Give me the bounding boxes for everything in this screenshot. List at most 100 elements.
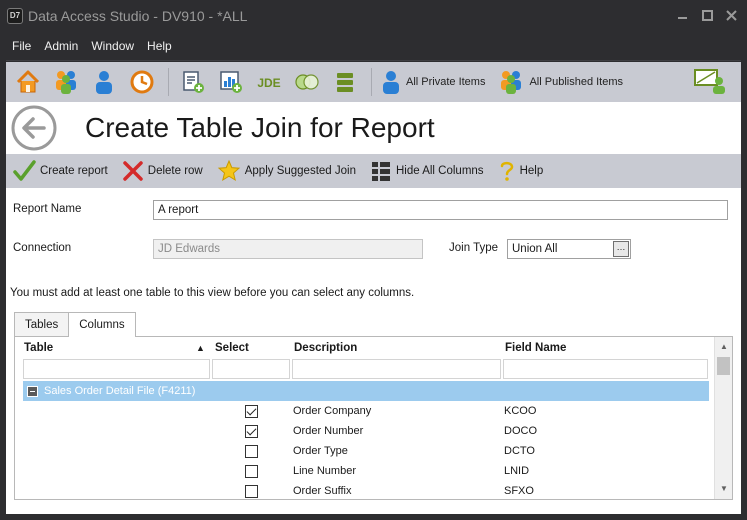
create-report-button[interactable]: Create report (12, 159, 108, 183)
all-published-items-label: All Published Items (529, 76, 624, 88)
row-description: Line Number (293, 465, 356, 477)
join-type-picker-button[interactable]: … (613, 241, 629, 257)
group-row[interactable]: Sales Order Detail File (F4211) (23, 381, 709, 401)
tab-columns[interactable]: Columns (68, 312, 136, 337)
action-bar: Create report Delete row Apply Suggested… (6, 154, 741, 188)
scroll-down-icon[interactable]: ▼ (719, 484, 729, 494)
column-header-table[interactable]: Table (24, 342, 53, 354)
app-logo-icon: D7 (7, 7, 23, 24)
user-button[interactable] (88, 66, 120, 98)
filter-field-name-input[interactable] (503, 359, 708, 379)
select-checkbox[interactable] (245, 425, 258, 438)
new-report-button[interactable] (177, 66, 209, 98)
vertical-scrollbar[interactable]: ▲ ▼ (714, 337, 732, 499)
row-field-name: DOCO (504, 425, 537, 437)
back-arrow-icon (11, 105, 57, 150)
row-field-name: LNID (504, 465, 530, 477)
toolbar-separator (371, 68, 372, 96)
table-row: Line Number LNID (15, 461, 715, 481)
delete-row-label: Delete row (147, 165, 203, 177)
columns-grid: Table ▲ Select Description Field Name Sa… (14, 336, 733, 500)
join-type-label: Join Type (449, 242, 499, 254)
apply-suggested-join-label: Apply Suggested Join (244, 165, 356, 177)
jde-button[interactable]: JDE (253, 66, 285, 98)
create-report-label: Create report (40, 165, 108, 177)
main-client-area: JDE All Private Items All Published Item… (6, 62, 741, 514)
user-presentation-button[interactable] (693, 67, 727, 98)
collapse-icon[interactable] (27, 385, 38, 397)
menu-help[interactable]: Help (141, 39, 178, 53)
close-button[interactable] (721, 6, 741, 24)
filter-select-input[interactable] (212, 359, 290, 379)
question-mark-icon (500, 161, 513, 181)
minimize-icon (678, 17, 687, 19)
select-checkbox[interactable] (245, 405, 258, 418)
back-button[interactable] (10, 104, 58, 155)
apply-suggested-join-button[interactable]: Apply Suggested Join (217, 159, 356, 183)
connection-label: Connection (13, 242, 72, 254)
user-icon (96, 71, 112, 94)
group-label: Sales Order Detail File (F4211) (44, 385, 196, 397)
page-header: Create Table Join for Report (6, 102, 741, 154)
jde-icon: JDE (257, 76, 280, 90)
title-bar: D7 Data Access Studio - DV910 - *ALL (0, 0, 747, 31)
window-controls (673, 6, 741, 24)
tab-tables[interactable]: Tables (14, 312, 70, 336)
select-checkbox[interactable] (245, 465, 258, 478)
help-label: Help (519, 165, 544, 177)
column-header-field-name[interactable]: Field Name (505, 342, 566, 354)
column-header-select[interactable]: Select (215, 342, 249, 354)
menu-bar: File Admin Window Help (6, 31, 741, 61)
row-description: Order Type (293, 445, 348, 457)
minimize-button[interactable] (673, 6, 693, 24)
row-field-name: KCOO (504, 405, 537, 417)
filter-description-input[interactable] (292, 359, 501, 379)
screen-user-icon (694, 69, 725, 94)
select-checkbox[interactable] (245, 445, 258, 458)
delete-row-button[interactable]: Delete row (122, 160, 203, 182)
scroll-up-icon[interactable]: ▲ (719, 342, 729, 352)
select-checkbox[interactable] (245, 485, 258, 498)
home-icon (16, 70, 40, 93)
menu-window[interactable]: Window (85, 39, 140, 53)
menu-file[interactable]: File (6, 39, 37, 53)
maximize-button[interactable] (697, 6, 717, 24)
scroll-thumb[interactable] (717, 357, 730, 375)
home-button[interactable] (12, 66, 44, 98)
published-users-icon (501, 71, 522, 94)
help-button[interactable]: Help (498, 159, 544, 183)
column-header-description[interactable]: Description (294, 342, 357, 354)
filter-table-input[interactable] (23, 359, 210, 379)
compare-button[interactable] (291, 66, 323, 98)
history-button[interactable] (126, 66, 158, 98)
table-row: Order Company KCOO (15, 401, 715, 421)
connection-input (153, 239, 423, 259)
users-group-icon (56, 71, 76, 94)
stack-button[interactable] (329, 66, 361, 98)
svg-text:JDE: JDE (257, 76, 280, 90)
hide-all-columns-label: Hide All Columns (395, 165, 484, 177)
filter-row (15, 358, 715, 380)
hide-all-columns-button[interactable]: Hide All Columns (370, 160, 484, 182)
row-description: Order Suffix (293, 485, 352, 497)
row-field-name: SFXO (504, 485, 534, 497)
all-private-items-button[interactable]: All Private Items (380, 69, 485, 95)
main-toolbar: JDE All Private Items All Published Item… (6, 62, 741, 102)
window-title: Data Access Studio - DV910 - *ALL (28, 7, 248, 24)
star-icon (217, 159, 240, 182)
info-message: You must add at least one table to this … (10, 287, 415, 299)
new-chart-button[interactable] (215, 66, 247, 98)
chart-add-icon (220, 71, 242, 93)
sort-ascending-icon: ▲ (196, 343, 205, 353)
page-title: Create Table Join for Report (85, 112, 435, 143)
all-published-items-button[interactable]: All Published Items (497, 69, 623, 95)
report-name-input[interactable] (153, 200, 728, 220)
row-field-name: DCTO (504, 445, 535, 457)
clock-icon (130, 70, 154, 94)
toolbar-separator (168, 68, 169, 96)
columns-grid-icon (371, 162, 390, 181)
menu-admin[interactable]: Admin (38, 39, 84, 53)
report-add-icon (183, 71, 204, 93)
users-button[interactable] (50, 66, 82, 98)
all-private-items-label: All Private Items (406, 76, 486, 88)
